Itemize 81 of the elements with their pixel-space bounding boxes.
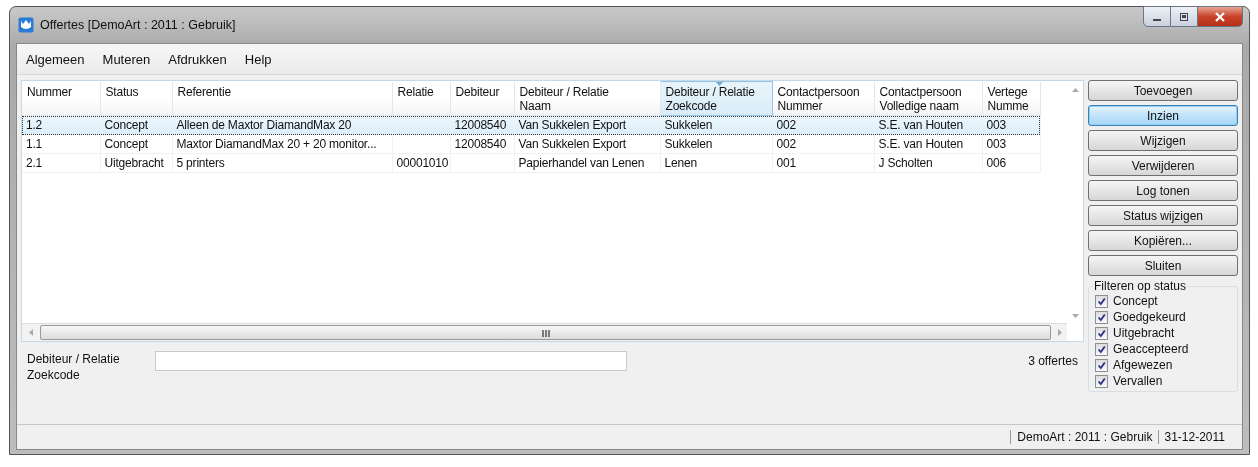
filter-title: Filteren op status: [1093, 279, 1188, 293]
checkbox[interactable]: [1095, 294, 1108, 308]
table-cell: Lenen: [664, 156, 697, 170]
scrollbar-thumb[interactable]: [40, 325, 1051, 340]
maximize-icon: [1179, 11, 1189, 22]
table-cell: Van Sukkelen Export: [518, 118, 626, 132]
table-cell: Maxtor DiamandMax 20 + 20 monitor...: [176, 137, 377, 151]
table-cell: 2.1: [26, 156, 43, 170]
grip-icon: [540, 328, 551, 337]
checkbox-label: Vervallen: [1113, 374, 1163, 388]
result-count: 3 offertes: [1028, 354, 1078, 368]
table-cell: 002: [776, 118, 796, 132]
table-cell: 1.2: [26, 118, 43, 132]
action-button[interactable]: Inzien: [1088, 105, 1238, 126]
table-cell: 003: [986, 137, 1006, 151]
column-header[interactable]: Contactpersoon Nummer: [772, 81, 874, 116]
table-cell: S.E. van Houten: [878, 137, 963, 151]
action-button[interactable]: Log tonen: [1088, 180, 1238, 201]
column-header[interactable]: Status: [100, 81, 172, 116]
checkbox[interactable]: [1095, 326, 1108, 340]
table-cell: Sukkelen: [664, 137, 713, 151]
table-cell: Concept: [104, 137, 148, 151]
table-cell: 1.1: [26, 137, 43, 151]
checkbox[interactable]: [1095, 342, 1108, 356]
table-cell: Concept: [104, 118, 148, 132]
column-header[interactable]: Referentie: [172, 81, 392, 116]
table-cell: 12008540: [454, 118, 507, 132]
checkbox-label: Goedgekeurd: [1113, 310, 1186, 324]
action-button[interactable]: Verwijderen: [1088, 155, 1238, 176]
table-cell: 12008540: [454, 137, 507, 151]
column-header[interactable]: Contactpersoon Volledige naam: [874, 81, 982, 116]
table-cell: Sukkelen: [664, 118, 713, 132]
window-title: Offertes [DemoArt : 2011 : Gebruik]: [40, 18, 236, 32]
sort-indicator-icon: [716, 82, 723, 86]
menu-item[interactable]: Algemeen: [26, 49, 85, 69]
table-cell: Van Sukkelen Export: [518, 137, 626, 151]
checkbox[interactable]: [1095, 358, 1108, 372]
checkbox-label: Concept: [1113, 294, 1158, 308]
checkbox[interactable]: [1095, 310, 1108, 324]
column-header[interactable]: Vertege Numme: [982, 81, 1040, 116]
column-header[interactable]: Nummer: [22, 81, 100, 116]
column-header[interactable]: Debiteur / Relatie Zoekcode: [660, 81, 772, 116]
table-cell: 006: [986, 156, 1006, 170]
crown-icon: [18, 17, 34, 33]
action-button[interactable]: Toevoegen: [1088, 80, 1238, 101]
minimize-button[interactable]: [1143, 6, 1171, 27]
search-field[interactable]: [155, 351, 627, 371]
table-row[interactable]: 1.1 Concept Maxtor DiamandMax 20 + 20 monitor... 12008540 Van Sukkelen Export Sukkelen 002 S.E. van Houten 003: [22, 134, 1040, 154]
horizontal-scrollbar[interactable]: [22, 323, 1067, 341]
table-cell: Uitgebracht: [104, 156, 164, 170]
table-cell: 00001010: [396, 156, 449, 170]
table-cell: 5 printers: [176, 156, 225, 170]
table-cell: 002: [776, 137, 796, 151]
column-header[interactable]: Relatie: [392, 81, 450, 116]
checkbox[interactable]: [1095, 374, 1108, 388]
maximize-button[interactable]: [1171, 6, 1198, 27]
close-button[interactable]: [1198, 6, 1243, 27]
menu-item[interactable]: Help: [244, 49, 272, 69]
action-button[interactable]: Sluiten: [1088, 255, 1238, 276]
action-button[interactable]: Kopiëren...: [1088, 230, 1238, 251]
table-row[interactable]: 2.1 Uitgebracht 5 printers 00001010 Papierhandel van Lenen Lenen 001 J Scholten 006: [22, 153, 1040, 173]
menu-item[interactable]: Muteren: [102, 49, 151, 69]
table-cell: Alleen de Maxtor DiamandMax 20: [176, 118, 352, 132]
table-cell: 001: [776, 156, 796, 170]
checkbox-label: Uitgebracht: [1113, 326, 1175, 340]
table-cell: Papierhandel van Lenen: [518, 156, 645, 170]
menu-item[interactable]: Afdrukken: [168, 49, 227, 69]
action-button[interactable]: Wijzigen: [1088, 130, 1238, 151]
table-cell: S.E. van Houten: [878, 118, 963, 132]
action-button[interactable]: Status wijzigen: [1088, 205, 1238, 226]
table-cell: 003: [986, 118, 1006, 132]
status-text: 31-12-2011: [1157, 430, 1230, 444]
table-cell: J Scholten: [878, 156, 933, 170]
search-label: Debiteur / Relatie Zoekcode: [27, 351, 121, 383]
column-header[interactable]: Debiteur / Relatie Naam: [514, 81, 660, 116]
minimize-icon: [1153, 18, 1161, 21]
checkbox-label: Geaccepteerd: [1113, 342, 1189, 356]
checkbox-label: Afgewezen: [1113, 358, 1173, 372]
status-text: DemoArt : 2011 : Gebruik: [1010, 430, 1158, 444]
close-icon: [1214, 11, 1226, 22]
column-header[interactable]: Debiteur: [450, 81, 514, 116]
